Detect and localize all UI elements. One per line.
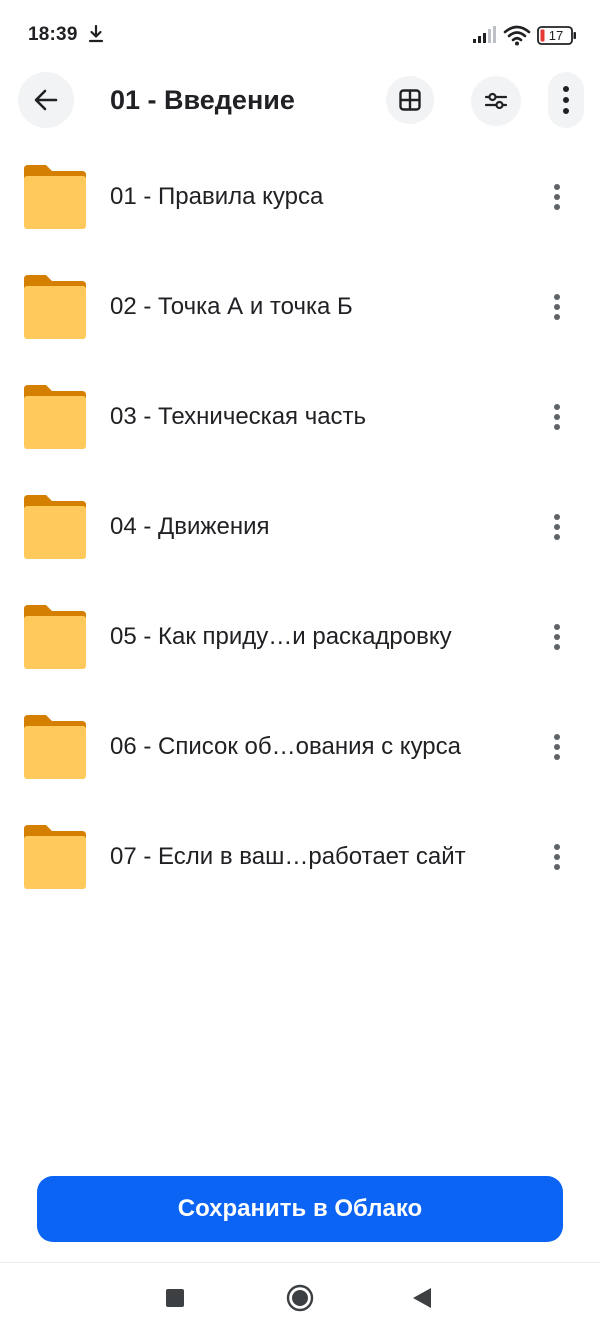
more-vert-icon — [554, 514, 560, 540]
more-vert-icon — [554, 734, 560, 760]
folder-more-button[interactable] — [544, 181, 570, 213]
folder-name: 05 - Как приду…и раскадровку — [110, 623, 452, 650]
status-bar: 18:39 17 — [0, 0, 600, 70]
folder-icon — [24, 495, 86, 559]
filter-button[interactable] — [471, 76, 521, 126]
save-to-cloud-button[interactable]: Сохранить в Облако — [37, 1176, 563, 1242]
arrow-back-icon — [34, 89, 58, 111]
more-vert-icon — [563, 86, 569, 114]
folder-list: 01 - Правила курса 02 - Точка А и точка … — [0, 145, 600, 915]
folder-row-07[interactable]: 07 - Если в ваш…работает сайт — [0, 805, 600, 915]
folder-name: 06 - Список об…ования с курса — [110, 733, 461, 760]
folder-row-05[interactable]: 05 - Как приду…и раскадровку — [0, 585, 600, 695]
folder-icon — [24, 605, 86, 669]
folder-row-03[interactable]: 03 - Техническая часть — [0, 365, 600, 475]
more-vert-icon — [554, 624, 560, 650]
folder-name: 04 - Движения — [110, 513, 270, 540]
folder-icon — [24, 165, 86, 229]
folder-more-button[interactable] — [544, 841, 570, 873]
signal-icon — [473, 26, 496, 43]
folder-icon — [24, 275, 86, 339]
filter-icon — [484, 92, 508, 110]
folder-row-02[interactable]: 02 - Точка А и точка Б — [0, 255, 600, 365]
folder-more-button[interactable] — [544, 731, 570, 763]
more-vert-icon — [554, 404, 560, 430]
battery-level: 17 — [548, 28, 564, 43]
nav-back-icon[interactable] — [412, 1287, 432, 1309]
folder-more-button[interactable] — [544, 291, 570, 323]
wifi-icon — [503, 25, 531, 46]
more-vert-icon — [554, 844, 560, 870]
folder-icon — [24, 715, 86, 779]
recents-icon[interactable] — [166, 1289, 184, 1307]
more-options-button[interactable] — [548, 72, 584, 128]
home-icon[interactable] — [286, 1284, 314, 1312]
folder-more-button[interactable] — [544, 401, 570, 433]
folder-row-01[interactable]: 01 - Правила курса — [0, 145, 600, 255]
folder-name: 02 - Точка А и точка Б — [110, 293, 353, 320]
download-icon — [88, 24, 104, 43]
back-button[interactable] — [18, 72, 74, 128]
folder-name: 07 - Если в ваш…работает сайт — [110, 843, 466, 870]
system-nav-bar — [0, 1262, 600, 1333]
grid-view-icon — [399, 89, 421, 111]
grid-view-button[interactable] — [386, 76, 434, 124]
folder-icon — [24, 385, 86, 449]
folder-icon — [24, 825, 86, 889]
folder-row-06[interactable]: 06 - Список об…ования с курса — [0, 695, 600, 805]
more-vert-icon — [554, 294, 560, 320]
folder-more-button[interactable] — [544, 621, 570, 653]
folder-name: 01 - Правила курса — [110, 183, 324, 210]
folder-name: 03 - Техническая часть — [110, 403, 367, 430]
page-title: 01 - Введение — [110, 85, 295, 115]
status-time: 18:39 — [28, 24, 78, 45]
folder-row-04[interactable]: 04 - Движения — [0, 475, 600, 585]
top-app-bar: 01 - Введение — [0, 70, 600, 130]
folder-more-button[interactable] — [544, 511, 570, 543]
more-vert-icon — [554, 184, 560, 210]
